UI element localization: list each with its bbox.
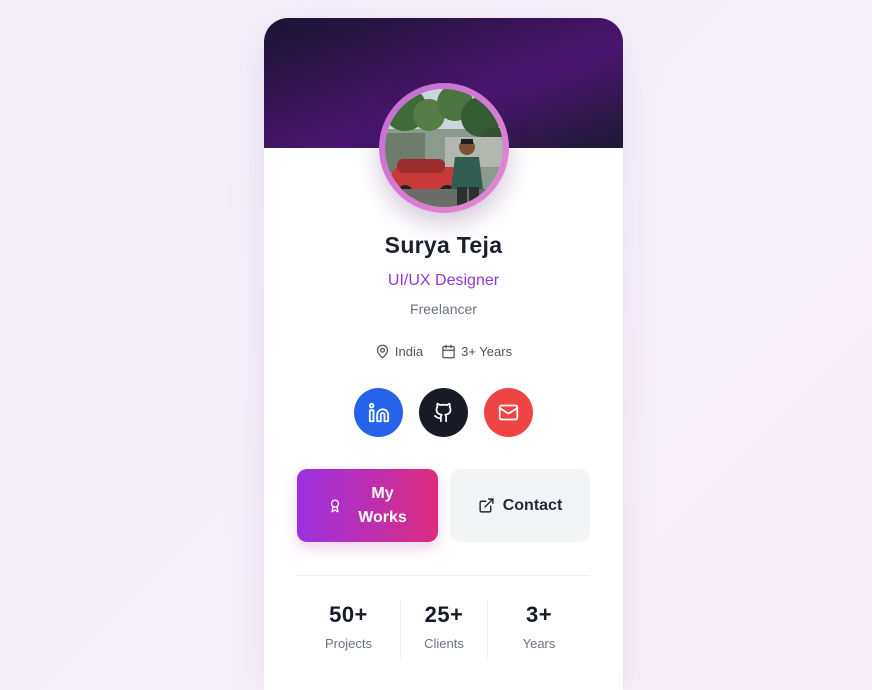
stat-projects: 50+ Projects — [297, 600, 400, 658]
mail-icon — [498, 404, 519, 421]
profile-role: UI/UX Designer — [387, 272, 500, 289]
external-link-icon — [479, 498, 494, 513]
stats-row: 50+ Projects 25+ Clients 3+ Years — [297, 600, 590, 658]
profile-photo — [385, 89, 503, 207]
social-links — [264, 388, 623, 437]
stat-years: 3+ Years — [488, 600, 590, 658]
stat-label: Years — [522, 636, 556, 651]
award-icon — [330, 499, 339, 512]
stat-label: Clients — [424, 636, 464, 651]
linkedin-button[interactable] — [354, 388, 403, 437]
stats-divider — [297, 575, 590, 576]
profile-meta: India 3+ Years — [264, 344, 623, 359]
stat-label: Projects — [325, 636, 372, 651]
stat-value: 3+ — [525, 602, 553, 627]
my-works-button[interactable]: My Works — [297, 469, 438, 542]
avatar[interactable] — [385, 89, 503, 207]
profile-status: Freelancer — [410, 301, 477, 317]
my-works-label: My Works — [358, 484, 407, 526]
experience-meta: 3+ Years — [441, 344, 512, 359]
profile-name: Surya Teja — [384, 232, 503, 258]
location-meta: India — [375, 344, 423, 359]
avatar-ring — [379, 83, 509, 213]
contact-label: Contact — [502, 496, 563, 514]
calendar-icon — [442, 344, 455, 359]
location-text: India — [394, 344, 424, 359]
experience-text: 3+ Years — [461, 344, 513, 359]
linkedin-icon — [368, 402, 389, 422]
contact-button[interactable]: Contact — [450, 469, 590, 542]
github-button[interactable] — [419, 388, 468, 437]
github-icon — [433, 402, 452, 423]
profile-card: Surya Teja UI/UX Designer Freelancer Ind… — [264, 18, 623, 690]
stat-value: 25+ — [424, 602, 464, 627]
email-button[interactable] — [484, 388, 533, 437]
map-pin-icon — [376, 344, 389, 359]
stat-clients: 25+ Clients — [400, 600, 488, 658]
stat-value: 50+ — [329, 602, 368, 627]
